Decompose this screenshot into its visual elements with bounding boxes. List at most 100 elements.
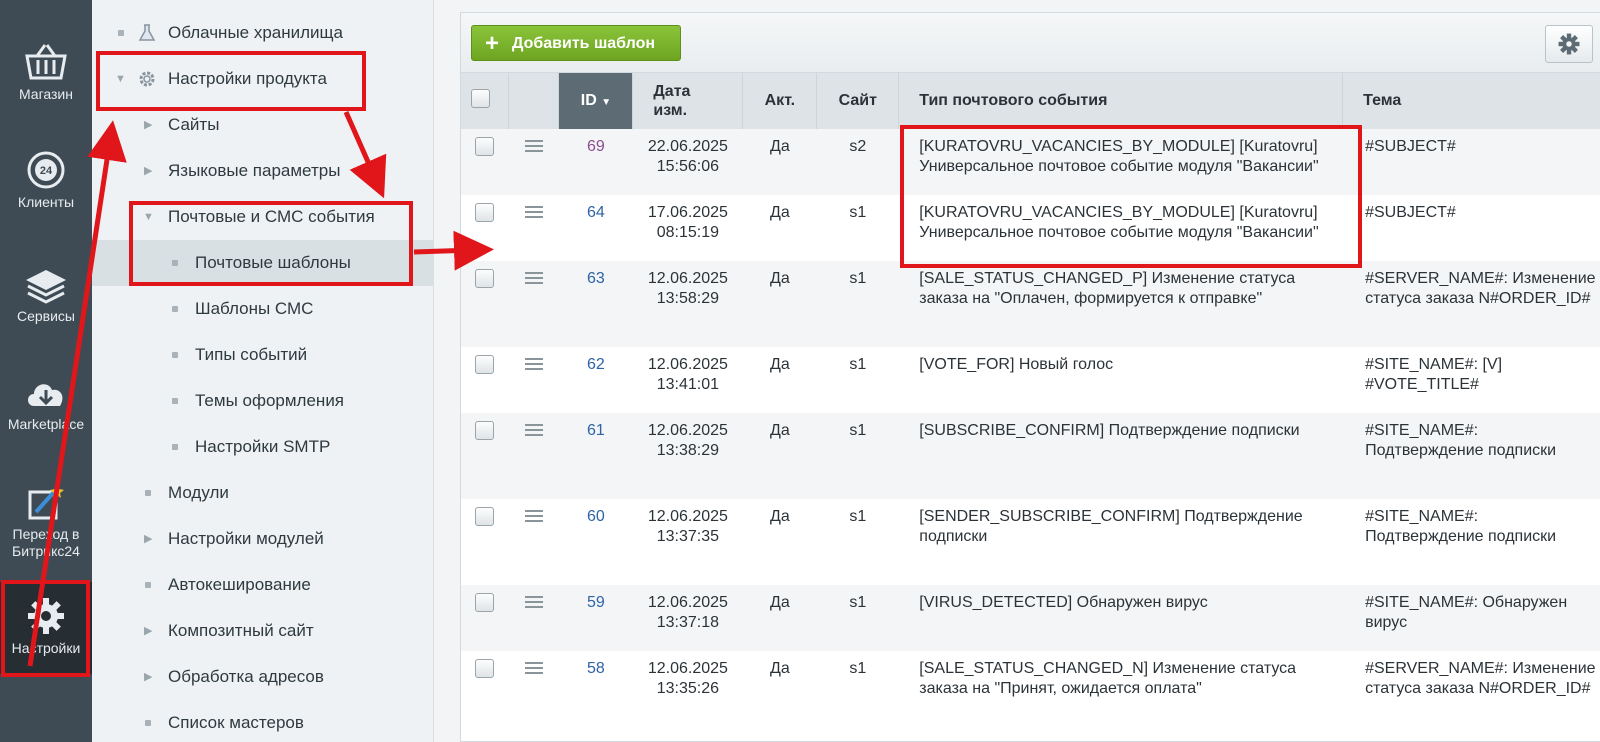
expand-down-icon: ▼ [115, 73, 126, 85]
id-cell: 62 [558, 347, 633, 413]
tree-item-event-types[interactable]: Типы событий [92, 332, 434, 378]
tree-item-autocache[interactable]: Автокеширование [92, 562, 434, 608]
table-row[interactable]: 59 12.06.2025 13:37:18 Да s1 [VIRUS_DETECTED]… [461, 585, 1600, 651]
row-checkbox[interactable] [475, 137, 494, 156]
id-link[interactable]: 60 [587, 508, 605, 525]
table-row[interactable]: 64 17.06.2025 08:15:19 Да s1 [KURATOVRU_VACAN… [461, 195, 1600, 261]
event-type-cell: [SALE_STATUS_CHANGED_P] Изменение статус… [898, 261, 1343, 347]
grid-settings-button[interactable] [1545, 25, 1593, 63]
expand-down-icon: ▼ [143, 211, 154, 223]
row-menu-icon[interactable] [525, 593, 544, 611]
site-column-header[interactable]: Сайт [816, 73, 900, 129]
tree-item-wizards-list[interactable]: Список мастеров [92, 700, 434, 742]
tree-item-cloud-storage[interactable]: Облачные хранилища [92, 10, 434, 56]
id-cell: 64 [558, 195, 633, 261]
tree-item-modules[interactable]: Модули [92, 470, 434, 516]
bullet-icon [145, 582, 151, 588]
row-menu-icon[interactable] [525, 269, 544, 287]
leftbar-item-settings[interactable]: Настройки [0, 582, 92, 674]
id-link[interactable]: 58 [587, 660, 605, 677]
tree-item-product-settings[interactable]: ▼ Настройки продукта [92, 56, 434, 102]
table-row[interactable]: 58 12.06.2025 13:35:26 Да s1 [SALE_STATUS_CHA… [461, 651, 1600, 737]
row-checkbox[interactable] [475, 659, 494, 678]
leftbar-item-bitrix24[interactable]: Переход в Битрикс24 [0, 482, 92, 560]
id-column-header[interactable]: ID ▼ [558, 73, 634, 129]
row-checkbox[interactable] [475, 421, 494, 440]
row-menu-icon[interactable] [525, 421, 544, 439]
row-checkbox[interactable] [475, 507, 494, 526]
expand-right-icon: ▶ [144, 165, 153, 177]
actions-header [508, 73, 560, 129]
date-cell: 17.06.2025 08:15:19 [632, 195, 743, 261]
flask-icon [138, 24, 156, 41]
site-cell: s1 [816, 651, 899, 737]
subject-cell: #SERVER_NAME#: Изменение статуса заказа … [1342, 651, 1600, 737]
id-cell: 60 [558, 499, 633, 585]
tree-item-mail-sms-events[interactable]: ▼ Почтовые и СМС события [92, 194, 434, 240]
expand-right-icon: ▶ [144, 533, 153, 545]
cloud-download-icon [28, 384, 63, 406]
table-row[interactable]: 62 12.06.2025 13:41:01 Да s1 [VOTE_FOR] Новый… [461, 347, 1600, 413]
active-cell: Да [742, 499, 817, 585]
date-cell: 22.06.2025 15:56:06 [632, 129, 743, 195]
site-cell: s1 [816, 585, 899, 651]
leftbar-item-clients[interactable]: 24 Клиенты [0, 150, 92, 210]
select-all-header [461, 73, 510, 129]
bullet-icon [172, 398, 178, 404]
table-row[interactable]: 61 12.06.2025 13:38:29 Да s1 [SUBSCRIBE_CONFI… [461, 413, 1600, 499]
id-link[interactable]: 63 [587, 270, 605, 287]
leftbar-item-services[interactable]: Сервисы [0, 268, 92, 324]
id-cell: 63 [558, 261, 633, 347]
main-content: + Добавить шаблон ID ▼ Дата изм. Акт. Са… [434, 0, 1600, 742]
row-checkbox[interactable] [475, 593, 494, 612]
add-template-button[interactable]: + Добавить шаблон [471, 25, 681, 61]
row-checkbox[interactable] [475, 269, 494, 288]
event-type-cell: [VOTE_FOR] Новый голос [898, 347, 1343, 413]
id-link[interactable]: 62 [587, 356, 605, 373]
row-checkbox[interactable] [475, 203, 494, 222]
layers-icon [26, 270, 66, 304]
tree-item-module-settings[interactable]: ▶ Настройки модулей [92, 516, 434, 562]
row-menu-icon[interactable] [525, 355, 544, 373]
active-column-header[interactable]: Акт. [742, 73, 818, 129]
site-cell: s2 [816, 129, 899, 195]
site-cell: s1 [816, 195, 899, 261]
leftbar-item-shop[interactable]: Магазин [0, 42, 92, 102]
tree-item-sms-templates[interactable]: Шаблоны СМС [92, 286, 434, 332]
row-menu-icon[interactable] [525, 137, 544, 155]
leftbar-item-marketplace[interactable]: Marketplace [0, 376, 92, 432]
table-row[interactable]: 60 12.06.2025 13:37:35 Да s1 [SENDER_SUBSCRIB… [461, 499, 1600, 585]
tree-item-smtp-settings[interactable]: Настройки SMTP [92, 424, 434, 470]
row-actions-cell [508, 195, 559, 261]
event-type-cell: [SALE_STATUS_CHANGED_N] Изменение статус… [898, 651, 1343, 737]
row-menu-icon[interactable] [525, 659, 544, 677]
row-menu-icon[interactable] [525, 203, 544, 221]
clients-24-icon: 24 [27, 151, 65, 189]
subject-column-header[interactable]: Тема [1342, 73, 1600, 129]
event-type-column-header[interactable]: Тип почтового события [898, 73, 1344, 129]
row-checkbox[interactable] [475, 355, 494, 374]
id-link[interactable]: 69 [587, 138, 605, 155]
id-link[interactable]: 64 [587, 204, 605, 221]
id-link[interactable]: 61 [587, 422, 605, 439]
tree-item-address-processing[interactable]: ▶ Обработка адресов [92, 654, 434, 700]
subject-cell: #SITE_NAME#: Подтверждение подписки [1342, 499, 1600, 585]
leftbar-label: Переход в Битрикс24 [12, 526, 80, 559]
date-cell: 12.06.2025 13:37:35 [632, 499, 743, 585]
leftbar-label: Настройки [11, 640, 81, 656]
table-row[interactable]: 69 22.06.2025 15:56:06 Да s2 [KURATOVRU_VACAN… [461, 129, 1600, 195]
select-all-checkbox[interactable] [471, 89, 490, 108]
table-row[interactable]: 63 12.06.2025 13:58:29 Да s1 [SALE_STATUS_CHA… [461, 261, 1600, 347]
leftbar-label: Клиенты [17, 194, 75, 210]
id-link[interactable]: 59 [587, 594, 605, 611]
tree-item-language-params[interactable]: ▶ Языковые параметры [92, 148, 434, 194]
subject-cell: #SERVER_NAME#: Изменение статуса заказа … [1342, 261, 1600, 347]
tree-item-sites[interactable]: ▶ Сайты [92, 102, 434, 148]
tree-item-composite-site[interactable]: ▶ Композитный сайт [92, 608, 434, 654]
date-column-header[interactable]: Дата изм. [632, 73, 744, 129]
tree-item-themes[interactable]: Темы оформления [92, 378, 434, 424]
row-select-cell [461, 499, 509, 585]
tree-item-mail-templates[interactable]: Почтовые шаблоны [92, 240, 434, 286]
leftbar-label: Сервисы [16, 308, 75, 324]
row-menu-icon[interactable] [525, 507, 544, 525]
